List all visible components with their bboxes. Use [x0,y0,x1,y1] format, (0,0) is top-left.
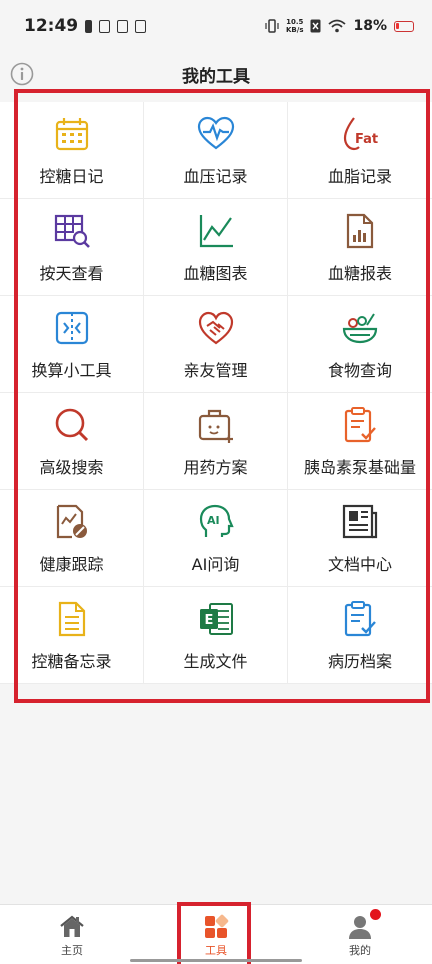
tool-label: 血脂记录 [327,167,392,186]
tool-diary[interactable]: 控糖日记 [0,102,144,199]
calendar-icon [55,118,88,151]
tool-label: 食物查询 [327,361,392,380]
tool-memo[interactable]: 控糖备忘录 [0,587,144,684]
medical-record-icon [344,601,376,637]
tool-label: 文档中心 [327,555,392,574]
tool-ai-inquiry[interactable]: AI AI问询 [144,490,288,587]
tool-label: AI问询 [191,555,240,574]
nav-label: 我的 [349,944,371,957]
convert-icon [55,311,88,345]
clipboard-check-icon [344,407,376,443]
tool-advanced-search[interactable]: 高级搜索 [0,393,144,490]
tools-icon [205,914,229,938]
food-bowl-icon [342,313,378,344]
header: 我的工具 [0,52,432,96]
tool-glucose-chart[interactable]: 血糖图表 [144,199,288,296]
page-title: 我的工具 [182,66,250,87]
notification-badge [370,909,381,920]
status-right: 10.5 KB/s 18% [265,18,414,34]
grid-search-icon [54,214,90,248]
tool-label: 病历档案 [327,652,392,671]
no-sim-icon [310,19,321,33]
tool-label: 胰岛素泵基础量 [303,458,416,477]
tool-label: 血糖报表 [327,264,392,283]
tool-daily-view[interactable]: 按天查看 [0,199,144,296]
tool-health-tracking[interactable]: 健康跟踪 [0,490,144,587]
ai-head-icon: AI [199,504,234,537]
report-doc-icon [346,213,374,249]
tool-family[interactable]: 亲友管理 [144,296,288,393]
profile-icon [349,916,371,939]
svg-text:Fat: Fat [355,132,378,147]
excel-icon: E [199,603,233,635]
tool-insulin-pump[interactable]: 胰岛素泵基础量 [288,393,432,490]
nav-label: 工具 [205,944,227,957]
tool-label: 血压记录 [183,167,248,186]
tool-label: 生成文件 [183,652,248,671]
tool-medication[interactable]: 用药方案 [144,393,288,490]
home-indicator[interactable] [130,959,302,962]
vibrate-icon [265,19,279,33]
tool-glucose-report[interactable]: 血糖报表 [288,199,432,296]
info-icon[interactable] [10,62,34,86]
tiktok-icon [99,19,111,33]
status-time: 12:49 [24,16,79,36]
tool-converter[interactable]: 换算小工具 [0,296,144,393]
tool-blood-pressure[interactable]: 血压记录 [144,102,288,199]
battery-icon [394,20,414,32]
line-chart-icon [199,215,233,248]
tool-food-search[interactable]: 食物查询 [288,296,432,393]
tool-medical-records[interactable]: 病历档案 [288,587,432,684]
bottom-nav: 主页 工具 我的 [0,904,432,964]
tools-panel: 控糖日记 血压记录 Fat 血脂记录 按天查看 血糖图表 血糖报表 换算小工具 … [0,102,432,684]
tools-grid: 控糖日记 血压记录 Fat 血脂记录 按天查看 血糖图表 血糖报表 换算小工具 … [0,102,432,684]
tool-generate-file[interactable]: E 生成文件 [144,587,288,684]
newspaper-icon [342,504,378,539]
tool-label: 健康跟踪 [39,555,104,574]
speed-unit: KB/s [286,26,304,34]
status-left: 12:49 [24,16,147,36]
tool-label: 用药方案 [183,458,248,477]
sim-icon [85,19,93,33]
nav-label: 主页 [61,944,83,957]
svg-text:AI: AI [207,514,220,527]
tool-label: 控糖备忘录 [31,652,112,671]
svg-text:E: E [204,613,213,628]
speed-value: 10.5 [286,18,304,26]
tool-label: 亲友管理 [183,361,248,380]
link-icon [135,19,147,33]
search-icon [55,408,88,442]
battery-percent: 18% [353,18,387,34]
nav-profile[interactable]: 我的 [288,905,432,964]
tool-label: 按天查看 [39,264,104,283]
status-bar: 12:49 10.5 KB/s 18% [0,0,432,52]
nav-tools[interactable]: 工具 [144,905,288,964]
nav-home[interactable]: 主页 [0,905,144,964]
tool-blood-lipid[interactable]: Fat 血脂记录 [288,102,432,199]
handshake-heart-icon [198,311,233,345]
heart-pulse-icon [197,116,234,150]
medical-kit-icon [198,409,233,443]
tool-label: 高级搜索 [39,458,104,477]
wifi-icon [328,19,347,33]
health-track-icon [56,504,87,539]
tool-label: 控糖日记 [39,167,104,186]
tool-documents[interactable]: 文档中心 [288,490,432,587]
tool-label: 换算小工具 [31,361,112,380]
tool-label: 血糖图表 [183,264,248,283]
home-icon [60,915,84,937]
fat-drop-icon: Fat [343,117,378,151]
app-icon [117,19,129,33]
memo-icon [58,601,85,637]
network-speed: 10.5 KB/s [286,18,303,34]
